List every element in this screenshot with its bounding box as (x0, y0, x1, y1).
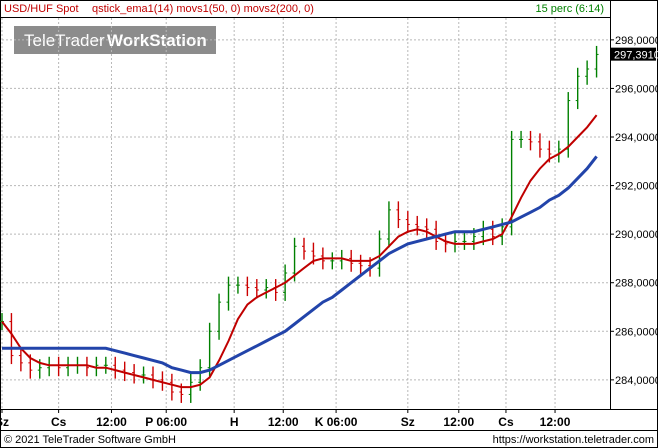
x-tick-label: Cs (51, 415, 67, 429)
y-tick-label: 286,0000 (615, 326, 658, 338)
x-tick-label: K 06:00 (315, 415, 358, 429)
y-tick-label: 288,0000 (615, 278, 658, 290)
copyright-label: © 2021 TeleTrader Software GmbH (4, 434, 176, 446)
url-label: https://workstation.teletrader.com (493, 434, 654, 446)
interval-label: 15 perc (6:14) (536, 3, 604, 15)
last-price-marker: 297,3910 (611, 47, 658, 62)
x-tick-label: P 06:00 (145, 415, 187, 429)
watermark-brand-bold: WorkStation (107, 31, 207, 50)
y-tick-label: 298,0000 (615, 35, 658, 47)
indicators-label: qstick_ema1(14) movs1(50, 0) movs2(200, … (92, 3, 314, 15)
x-tick-label: 12:00 (443, 415, 474, 429)
x-tick-label: 12:00 (540, 415, 571, 429)
symbol-label: USD/HUF Spot (4, 3, 79, 15)
x-tick-label: 12:00 (96, 415, 127, 429)
y-tick-label: 290,0000 (615, 229, 658, 241)
y-tick-label: 294,0000 (615, 132, 658, 144)
last-price-label: 297,3910 (614, 50, 658, 62)
x-tick-label: Sz (401, 415, 415, 429)
y-tick-label: 292,0000 (615, 181, 658, 193)
y-tick-label: 284,0000 (615, 375, 658, 387)
watermark-brand-light: TeleTrader (24, 31, 105, 50)
y-tick-label: 296,0000 (615, 83, 658, 95)
x-tick-label: H (230, 415, 239, 429)
x-tick-label: Cs (498, 415, 514, 429)
chart-frame: USD/HUF Spot qstick_ema1(14) movs1(50, 0… (0, 0, 658, 448)
x-tick-label: 12:00 (268, 415, 299, 429)
x-tick-label: Sz (0, 415, 9, 429)
